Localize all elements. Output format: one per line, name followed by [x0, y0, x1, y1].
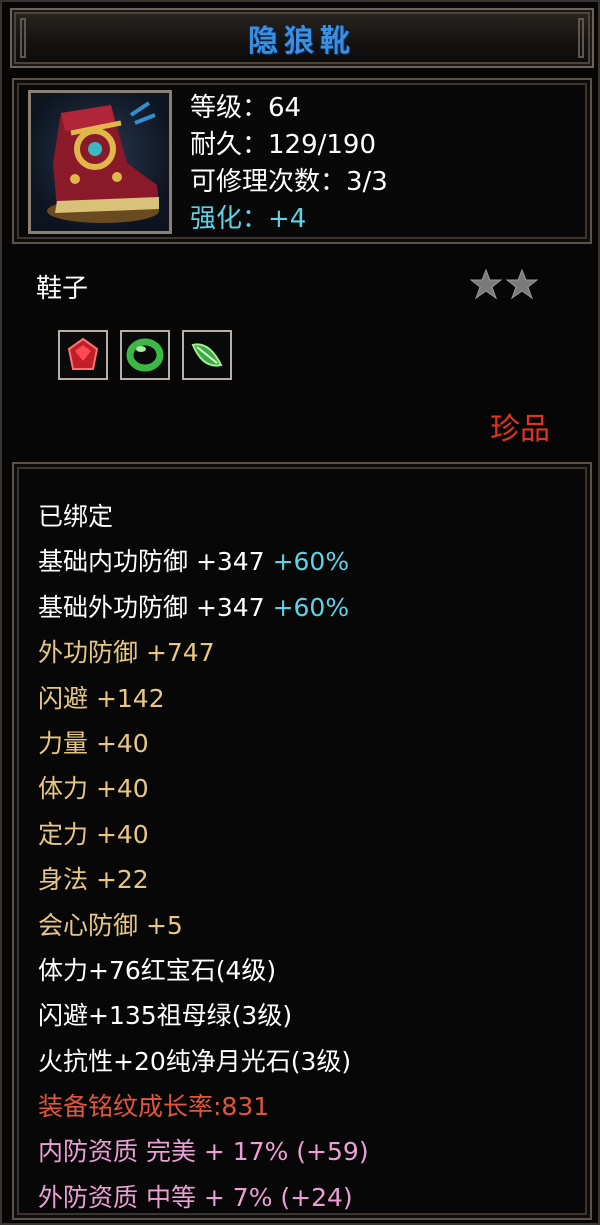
attr-bonus: +60%	[272, 547, 350, 577]
repair-count-stat: 可修理次数：3/3	[190, 167, 388, 197]
attr-bonus: +60%	[272, 592, 350, 622]
gem-bonus-2: 闪避+135祖母绿(3级)	[38, 1001, 293, 1031]
attr-stamina: 体力 +40	[38, 774, 149, 804]
enhance-stat: 强化：+4	[190, 204, 307, 234]
title-bar-right-cap	[578, 18, 584, 58]
attr-base-outer-defense: 基础外功防御 +347 +60%	[38, 585, 369, 630]
gem-bonus-3: 火抗性+20纯净月光石(3级)	[38, 1046, 352, 1076]
attr-agility: 身法 +22	[38, 865, 149, 895]
boots-icon	[28, 90, 172, 234]
title-bar: 隐狼靴	[10, 8, 594, 68]
durability-stat: 耐久：129/190	[190, 130, 377, 160]
attr-strength: 力量 +40	[38, 728, 149, 758]
attribute-panel: 已绑定 基础内功防御 +347 +60% 基础外功防御 +347 +60% 外功…	[12, 462, 592, 1220]
inner-defense-quality: 内防资质 完美 + 17% (+59)	[38, 1137, 369, 1167]
attr-outer-defense: 外功防御 +747	[38, 638, 215, 668]
green-jade-ring-icon[interactable]	[120, 330, 170, 380]
attr-value: 基础外功防御 +347	[38, 592, 265, 622]
inscription-growth: 装备铭纹成长率:831	[38, 1092, 270, 1122]
bound-status: 已绑定	[38, 502, 114, 531]
title-bar-left-cap	[20, 18, 26, 58]
outer-defense-quality: 外防资质 中等 + 7% (+24)	[38, 1182, 353, 1212]
level-stat: 等级：64	[190, 93, 302, 123]
boots-icon-art	[47, 101, 159, 223]
attr-focus: 定力 +40	[38, 819, 149, 849]
red-gem-icon[interactable]	[58, 330, 108, 380]
star-rating	[470, 268, 538, 300]
attr-base-inner-defense: 基础内功防御 +347 +60%	[38, 539, 369, 584]
green-leaf-gem-icon[interactable]	[182, 330, 232, 380]
attr-crit-defense: 会心防御 +5	[38, 910, 183, 940]
gem-slots	[58, 330, 232, 380]
item-tooltip: 隐狼靴 等级：64 耐久：129/190 可修理次数：3/3 强化：+4 鞋子 …	[0, 0, 600, 1225]
gem-bonus-1: 体力+76红宝石(4级)	[38, 955, 277, 985]
star-icon	[506, 268, 538, 300]
item-stats: 等级：64 耐久：129/190 可修理次数：3/3 强化：+4	[190, 90, 388, 238]
item-type: 鞋子	[36, 274, 89, 304]
rarity-label: 珍品	[490, 412, 550, 447]
item-name: 隐狼靴	[248, 24, 356, 59]
attr-value: 基础内功防御 +347	[38, 547, 265, 577]
item-header: 等级：64 耐久：129/190 可修理次数：3/3 强化：+4	[12, 78, 592, 244]
attr-dodge: 闪避 +142	[38, 683, 165, 713]
attribute-list: 已绑定 基础内功防御 +347 +60% 基础外功防御 +347 +60% 外功…	[38, 494, 369, 1220]
star-icon	[470, 268, 502, 300]
